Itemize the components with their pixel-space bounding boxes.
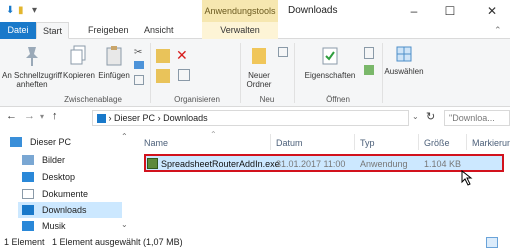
column-header-name[interactable]: Name xyxy=(144,138,168,148)
nav-item-downloads[interactable]: Downloads xyxy=(18,202,122,218)
exe-file-icon xyxy=(147,158,158,169)
pin-quick-access-button[interactable]: An Schnellzugriff anheften xyxy=(2,45,62,89)
column-separator xyxy=(354,134,355,150)
copy-button[interactable]: Kopieren xyxy=(62,45,96,80)
ribbon-divider xyxy=(150,43,151,103)
nav-item-this-pc[interactable]: Dieser PC xyxy=(6,134,110,150)
title-bar: ⬇ ▮ ▾ Anwendungstools Downloads – ☐ ✕ xyxy=(0,0,510,22)
breadcrumb-root[interactable]: Dieser PC xyxy=(114,113,155,123)
status-item-count: 1 Element xyxy=(4,237,45,247)
downloads-icon xyxy=(22,205,34,215)
contextual-tab-header: Anwendungstools xyxy=(202,0,278,22)
copy-path-icon[interactable] xyxy=(134,61,144,69)
mouse-cursor-icon xyxy=(461,170,473,186)
computer-icon xyxy=(10,137,22,147)
paste-shortcut-icon[interactable] xyxy=(134,75,144,85)
group-open-label: Öffnen xyxy=(326,95,350,104)
sort-indicator-icon: ⌃ xyxy=(210,130,217,139)
column-header-size[interactable]: Größe xyxy=(424,138,450,148)
history-icon[interactable] xyxy=(364,65,374,75)
nav-item-pictures[interactable]: Bilder xyxy=(18,152,122,168)
new-folder-button[interactable]: Neuer Ordner xyxy=(242,45,276,89)
search-input[interactable]: "Downloa... xyxy=(444,110,510,126)
address-bar[interactable]: › Dieser PC › Downloads xyxy=(92,110,409,126)
quick-access-folder-icon[interactable]: ▮ xyxy=(18,5,24,17)
column-header-date[interactable]: Datum xyxy=(276,138,303,148)
address-row: ← → ▾ ↑ › Dieser PC › Downloads ⌄ ↻ "Dow… xyxy=(0,107,510,129)
table-row[interactable]: SpreadsheetRouterAddIn.exe 31.01.2017 11… xyxy=(144,154,504,172)
nav-item-documents[interactable]: Dokumente xyxy=(18,186,122,202)
rename-icon[interactable] xyxy=(178,69,190,81)
details-view-icon[interactable] xyxy=(486,237,498,248)
breadcrumb-current[interactable]: Downloads xyxy=(163,113,208,123)
select-button[interactable]: Auswählen xyxy=(384,45,424,76)
back-arrow-icon[interactable]: ← xyxy=(6,110,17,122)
group-new-label: Neu xyxy=(259,95,275,104)
refresh-icon[interactable]: ↻ xyxy=(426,110,435,123)
breadcrumb-sep: › xyxy=(157,113,161,123)
minimize-button[interactable]: – xyxy=(396,0,432,22)
tab-manage[interactable]: Verwalten xyxy=(202,22,278,39)
nav-item-music[interactable]: Musik xyxy=(18,218,122,234)
recent-chevron-icon[interactable]: ▾ xyxy=(40,112,44,121)
new-folder-icon xyxy=(242,45,276,69)
ribbon: An Schnellzugriff anheften Kopieren Einf… xyxy=(0,39,510,107)
pictures-icon xyxy=(22,155,34,165)
pin-icon xyxy=(2,45,62,69)
copy-to-icon[interactable] xyxy=(156,69,170,83)
group-organize-label: Organisieren xyxy=(174,95,220,104)
scroll-down-icon[interactable]: ⌄ xyxy=(121,220,128,229)
ribbon-divider xyxy=(240,43,241,103)
status-bar: 1 Element 1 Element ausgewählt (1,07 MB) xyxy=(0,233,510,251)
column-separator xyxy=(466,134,467,150)
copy-icon xyxy=(62,45,96,69)
breadcrumb-sep: › xyxy=(108,113,112,123)
delete-icon[interactable]: ✕ xyxy=(176,47,188,64)
nav-item-desktop[interactable]: Desktop xyxy=(18,169,122,185)
ribbon-divider xyxy=(382,43,383,103)
paste-button[interactable]: Einfügen xyxy=(96,45,132,80)
tab-share[interactable]: Freigeben xyxy=(82,22,135,39)
column-separator xyxy=(418,134,419,150)
file-name: SpreadsheetRouterAddIn.exe xyxy=(161,159,280,169)
tab-start[interactable]: Start xyxy=(36,22,70,39)
properties-icon xyxy=(298,45,362,69)
music-icon xyxy=(22,221,34,231)
documents-icon xyxy=(22,189,34,199)
tab-view[interactable]: Ansicht xyxy=(138,22,180,39)
navigation-pane: Dieser PC Bilder Desktop Dokumente Downl… xyxy=(0,132,130,232)
address-dropdown-icon[interactable]: ⌄ xyxy=(412,112,419,121)
ribbon-divider xyxy=(294,43,295,103)
group-clipboard-label: Zwischenablage xyxy=(64,95,122,104)
scroll-up-icon[interactable]: ⌃ xyxy=(121,132,128,141)
column-separator xyxy=(270,134,271,150)
up-arrow-icon[interactable]: ↑ xyxy=(52,110,58,122)
select-grid-icon xyxy=(384,45,424,65)
tab-file[interactable]: Datei xyxy=(0,22,36,39)
file-date: 31.01.2017 11:00 xyxy=(276,159,346,169)
column-header-type[interactable]: Typ xyxy=(360,138,375,148)
maximize-button[interactable]: ☐ xyxy=(432,0,468,22)
file-size: 1.104 KB xyxy=(424,159,462,169)
forward-arrow-icon[interactable]: → xyxy=(24,110,35,122)
nav-scrollbar[interactable]: ⌃ ⌄ xyxy=(120,132,130,232)
desktop-icon xyxy=(22,172,34,182)
move-to-icon[interactable] xyxy=(156,49,170,63)
status-selection: 1 Element ausgewählt (1,07 MB) xyxy=(52,237,183,247)
quick-access-download-icon[interactable]: ⬇ xyxy=(6,5,14,17)
properties-button[interactable]: Eigenschaften xyxy=(298,45,362,80)
download-folder-icon xyxy=(97,114,106,124)
ribbon-collapse-icon[interactable]: ⌃ xyxy=(494,25,502,36)
window-title: Downloads xyxy=(288,5,338,16)
ribbon-tabs: Datei Start Freigeben Ansicht Verwalten … xyxy=(0,22,510,39)
column-header-tags[interactable]: Markierun... xyxy=(472,138,510,148)
new-item-icon[interactable] xyxy=(278,47,288,57)
cut-icon[interactable]: ✂ xyxy=(134,47,142,58)
paste-icon xyxy=(96,45,132,69)
file-list: ⌃ Name Datum Typ Größe Markierun... Spre… xyxy=(136,130,510,232)
quick-access-customize-icon[interactable]: ▾ xyxy=(32,5,37,17)
close-button[interactable]: ✕ xyxy=(474,0,510,22)
open-icon[interactable] xyxy=(364,47,374,59)
file-type: Anwendung xyxy=(360,159,408,169)
